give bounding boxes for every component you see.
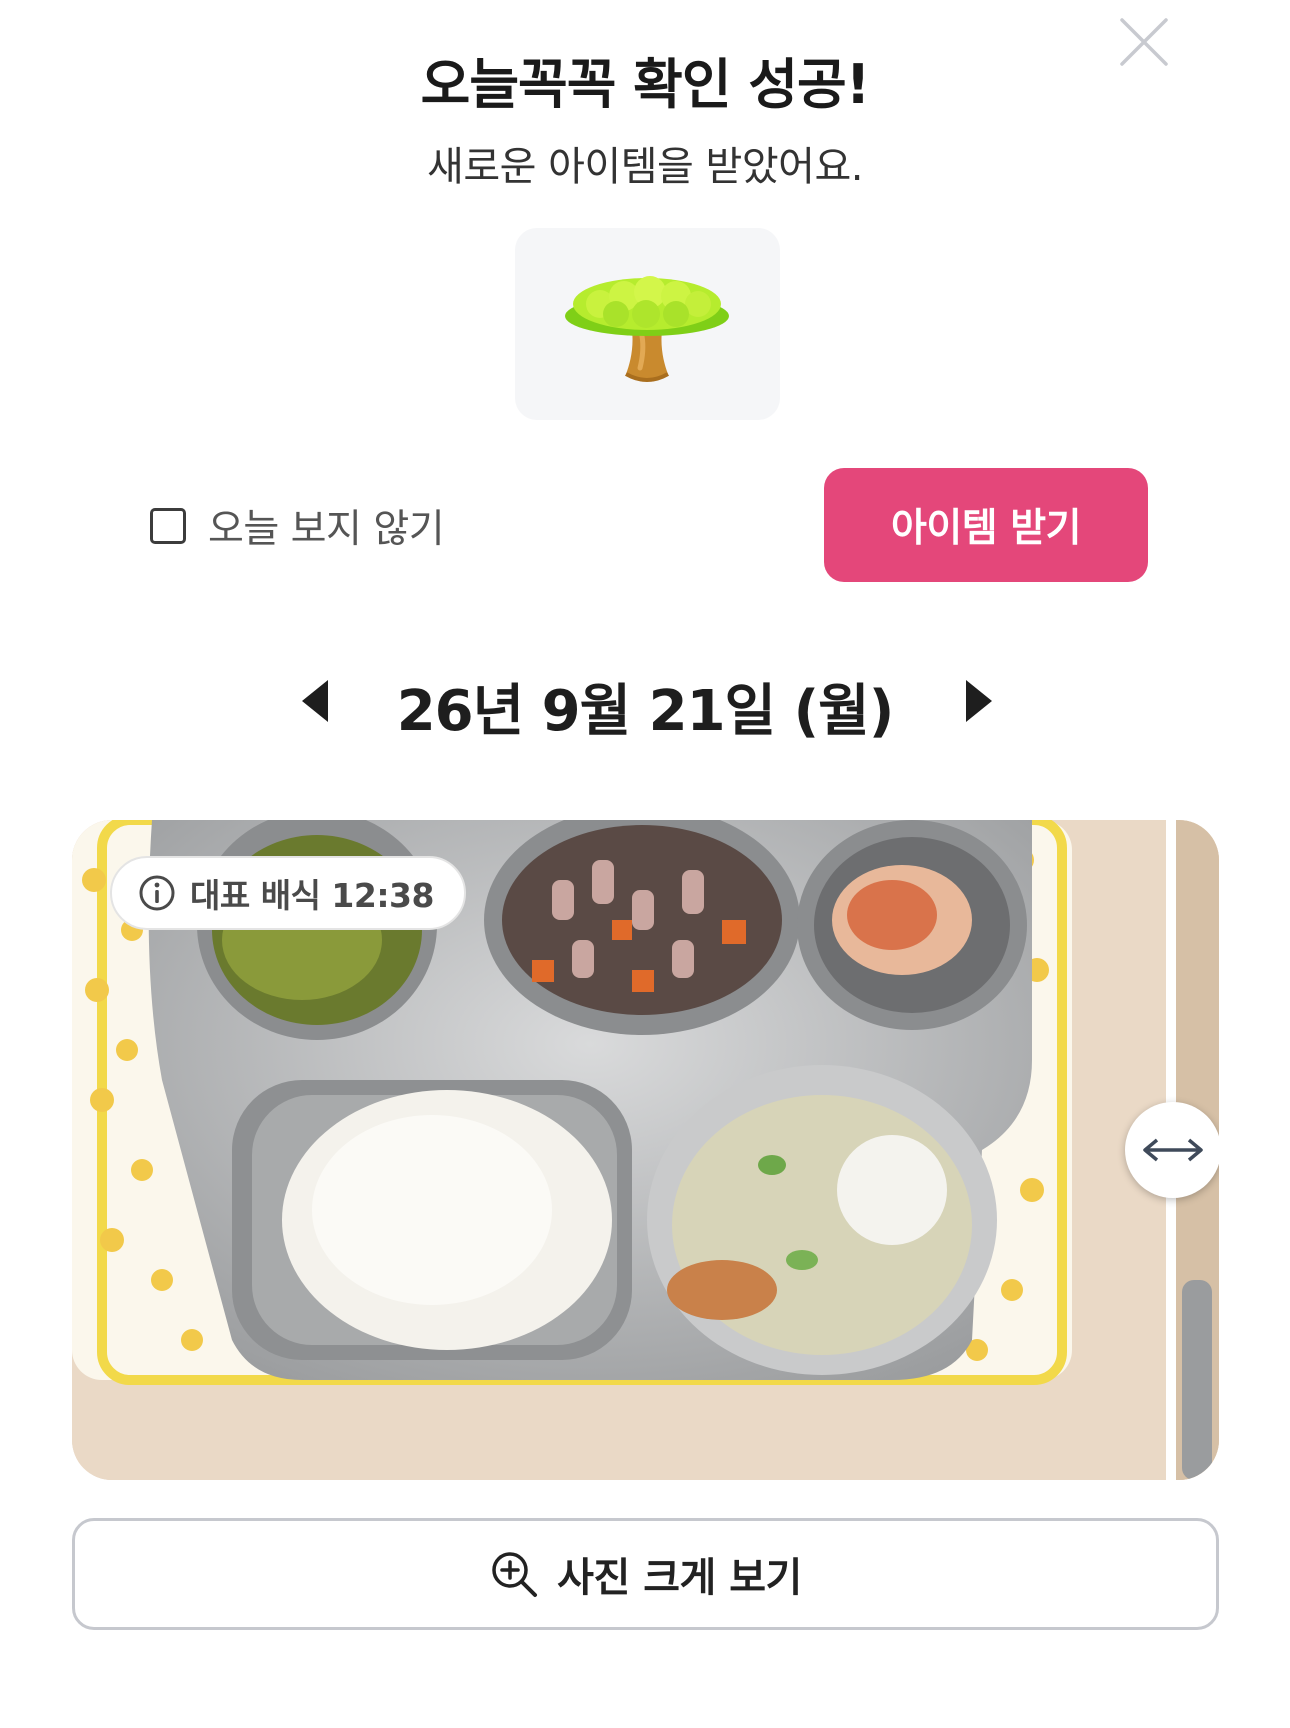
caret-right-icon [966, 680, 992, 722]
info-icon [139, 875, 175, 911]
meal-photo[interactable]: 대표 배식 12:38 [72, 820, 1219, 1480]
current-date: 26년 9월 21일 (월) [396, 679, 895, 744]
enlarge-photo-button[interactable]: 사진 크게 보기 [72, 1518, 1219, 1630]
reward-item-card [515, 228, 780, 420]
next-day-button[interactable] [962, 678, 996, 724]
prev-day-button[interactable] [298, 678, 332, 724]
serving-time-badge: 대표 배식 12:38 [110, 856, 466, 930]
enlarge-photo-label: 사진 크게 보기 [557, 1555, 802, 1601]
get-item-button[interactable]: 아이템 받기 [824, 468, 1148, 582]
tree-icon [565, 276, 729, 382]
popup-title: 오늘꼭꼭 확인 성공! [420, 53, 871, 116]
horizontal-arrows-icon [1143, 1138, 1203, 1162]
date-navigation: 26년 9월 21일 (월) [0, 660, 1290, 744]
dont-show-today[interactable]: 오늘 보지 않기 [150, 498, 445, 554]
compare-drag-handle[interactable] [1125, 1102, 1219, 1198]
serving-time-label: 대표 배식 12:38 [190, 876, 434, 915]
caret-left-icon [302, 680, 328, 722]
dont-show-checkbox[interactable] [150, 508, 186, 544]
popup-subtitle: 새로운 아이템을 받았어요. [427, 144, 863, 190]
zoom-in-icon [492, 1552, 538, 1597]
dont-show-label: 오늘 보지 않기 [208, 507, 445, 552]
